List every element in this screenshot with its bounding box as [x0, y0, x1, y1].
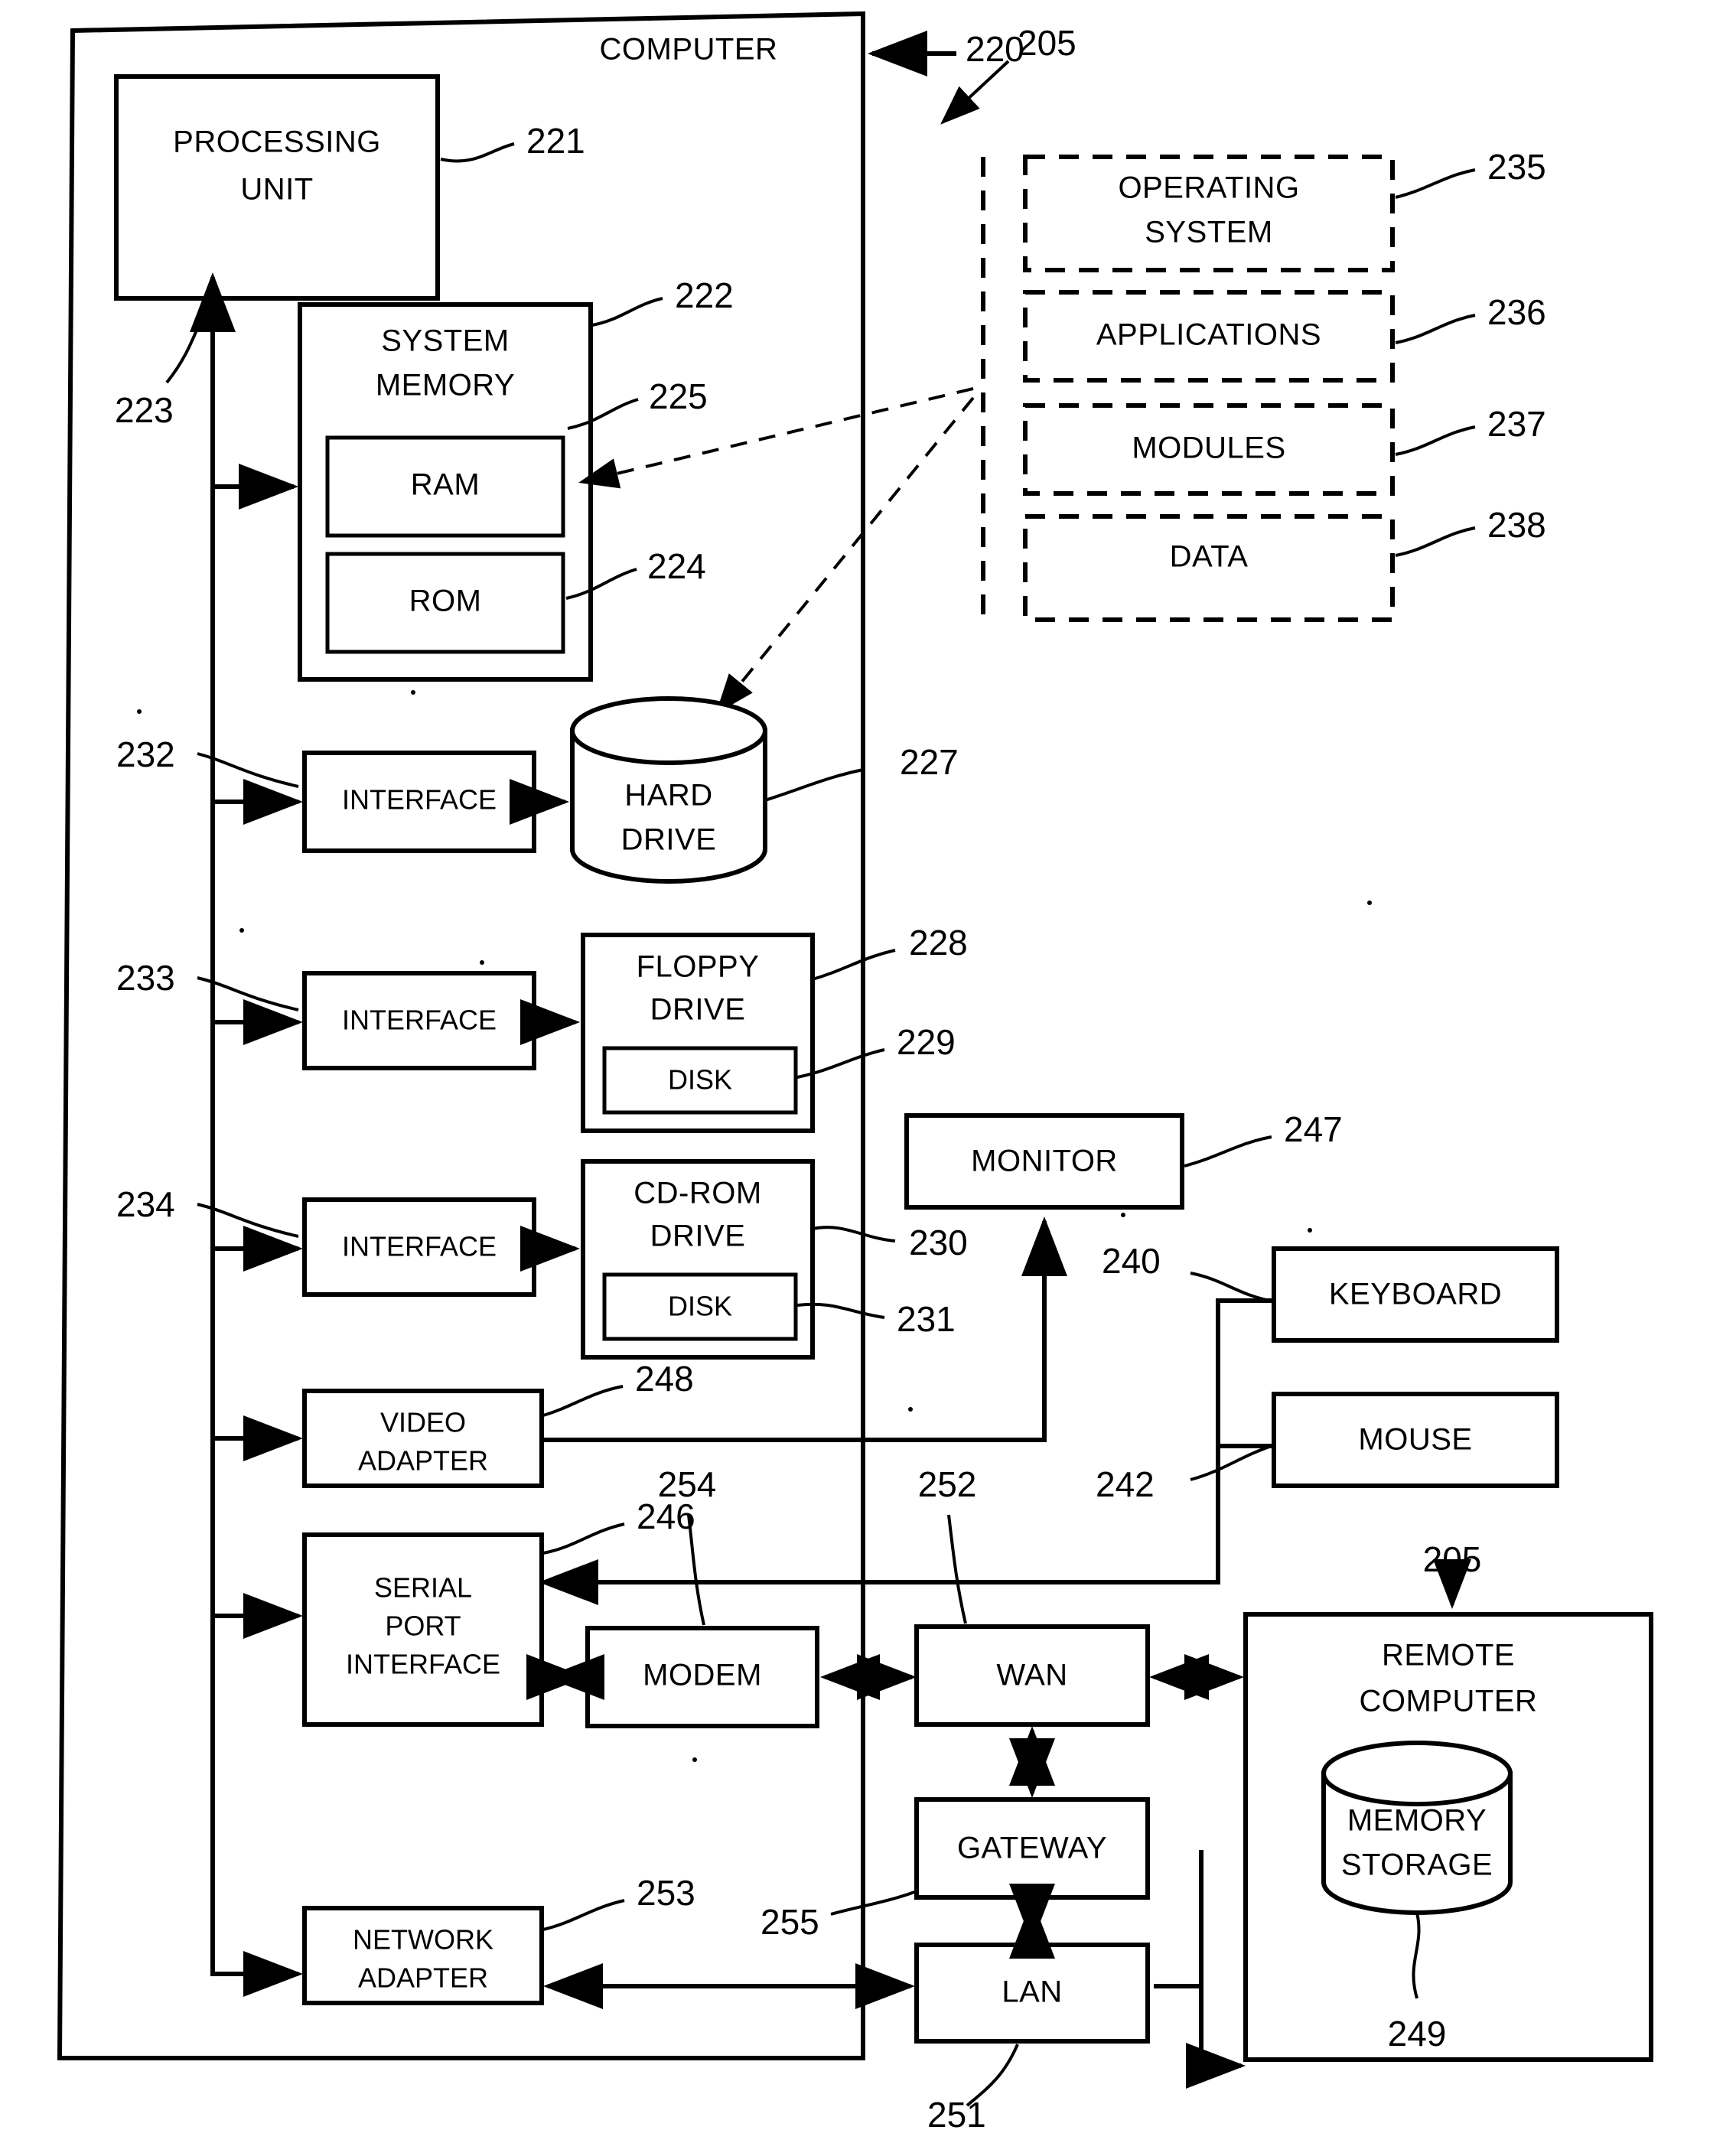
monitor-label: MONITOR: [971, 1145, 1118, 1178]
floppy-drive-label-2: DRIVE: [650, 993, 746, 1027]
serial-port-group: SERIAL PORT INTERFACE 246 MODEM 254: [213, 1464, 917, 1728]
ref-233: 233: [116, 958, 175, 998]
patent-figure-canvas: PROCESSING UNIT 221 COMPUTER 220 205 223…: [0, 0, 1736, 2143]
interface-hdd-label: INTERFACE: [342, 784, 497, 816]
remote-computer-label-1: REMOTE: [1382, 1639, 1515, 1672]
ref-228: 228: [909, 923, 968, 962]
ref-251: 251: [927, 2095, 986, 2135]
ref-232: 232: [116, 734, 175, 774]
serial-port-label-3: INTERFACE: [346, 1649, 500, 1680]
ref-242: 242: [1096, 1464, 1155, 1504]
interface-cdrom-label: INTERFACE: [342, 1231, 497, 1262]
system-bus: 223: [115, 272, 236, 1960]
ref-205-remote: 205: [1423, 1539, 1482, 1579]
remote-computer-group: REMOTE COMPUTER 205 MEMORY STORAGE 249: [1149, 1539, 1653, 2089]
ref-249: 249: [1388, 2014, 1447, 2053]
rom-label: ROM: [409, 585, 482, 618]
ref-222: 222: [675, 275, 734, 315]
remote-computer-label-2: COMPUTER: [1360, 1685, 1538, 1718]
ref-231: 231: [897, 1299, 956, 1339]
serial-port-label-1: SERIAL: [374, 1572, 472, 1604]
memory-storage-label-1: MEMORY: [1347, 1804, 1487, 1838]
ref-205-top: 205: [1018, 23, 1076, 63]
ref-221: 221: [526, 121, 585, 161]
cdrom-drive-row: 234 INTERFACE CD-ROM DRIVE DISK 230 231: [116, 1159, 968, 1360]
keyboard-label: KEYBOARD: [1329, 1278, 1502, 1311]
system-memory-block: SYSTEM MEMORY 222 RAM 225 ROM 224: [213, 275, 734, 682]
interface-floppy-label: INTERFACE: [342, 1005, 497, 1036]
ref-227: 227: [900, 742, 959, 782]
network-adapter-label-1: NETWORK: [353, 1924, 493, 1956]
hard-drive-label-2: DRIVE: [621, 823, 717, 857]
floppy-drive-row: 233 INTERFACE FLOPPY DRIVE DISK 228 229: [116, 923, 968, 1133]
wan-label: WAN: [996, 1659, 1067, 1692]
monitor-group: MONITOR 247: [904, 1109, 1343, 1210]
block-diagram: PROCESSING UNIT 221 COMPUTER 220 205 223…: [57, 11, 1653, 2135]
ref-255: 255: [761, 1902, 819, 1942]
cdrom-drive-label-2: DRIVE: [650, 1220, 746, 1253]
network-column: WAN 252 GATEWAY 255 LAN 251: [761, 1464, 1150, 2135]
processing-unit-block: PROCESSING UNIT 221: [114, 74, 585, 301]
computer-title-group: COMPUTER 220: [600, 29, 1024, 77]
modules-label: MODULES: [1132, 432, 1285, 465]
hard-drive-row: 232 INTERFACE HARD DRIVE 227: [116, 696, 959, 884]
network-adapter-label-2: ADAPTER: [358, 1962, 488, 1994]
software-load-arrows: [578, 387, 975, 715]
system-memory-label-2: MEMORY: [376, 369, 515, 402]
ref-237: 237: [1487, 404, 1546, 444]
video-adapter-label-1: VIDEO: [380, 1407, 466, 1438]
ref-254: 254: [658, 1464, 717, 1504]
system-memory-label-1: SYSTEM: [381, 324, 509, 358]
cdrom-disk-label: DISK: [668, 1291, 732, 1322]
ref-252: 252: [918, 1464, 977, 1504]
hard-drive-label-1: HARD: [624, 779, 712, 813]
ref-234: 234: [116, 1184, 175, 1224]
software-modules-group: OPERATING SYSTEM 235 APPLICATIONS 236 MO…: [981, 147, 1546, 622]
ref-240: 240: [1102, 1241, 1161, 1281]
ref-225: 225: [649, 376, 708, 416]
applications-label: APPLICATIONS: [1096, 318, 1321, 352]
ref-229: 229: [897, 1022, 956, 1062]
gateway-label: GATEWAY: [957, 1832, 1107, 1865]
floppy-disk-label: DISK: [668, 1064, 732, 1096]
ref-247: 247: [1284, 1109, 1343, 1149]
memory-storage-label-2: STORAGE: [1341, 1848, 1493, 1882]
ref-248: 248: [635, 1359, 694, 1399]
mouse-label: MOUSE: [1358, 1423, 1472, 1457]
ref-236: 236: [1487, 292, 1546, 332]
ref-253: 253: [637, 1873, 695, 1913]
ref-220: 220: [966, 29, 1024, 69]
ref-235: 235: [1487, 147, 1546, 187]
video-adapter-label-2: ADAPTER: [358, 1445, 488, 1477]
serial-port-label-2: PORT: [385, 1611, 461, 1642]
ref-223: 223: [115, 390, 174, 430]
processing-unit-label-2: UNIT: [240, 173, 313, 207]
processing-unit-label-1: PROCESSING: [173, 125, 381, 159]
ref-230: 230: [909, 1223, 968, 1262]
operating-system-label-2: SYSTEM: [1145, 216, 1272, 249]
modem-label: MODEM: [643, 1659, 762, 1692]
lan-label: LAN: [1002, 1975, 1062, 2009]
operating-system-label-1: OPERATING: [1118, 171, 1299, 205]
computer-title: COMPUTER: [600, 33, 778, 67]
cdrom-drive-label-1: CD-ROM: [633, 1177, 761, 1210]
ram-label: RAM: [411, 468, 480, 502]
floppy-drive-label-1: FLOPPY: [637, 950, 760, 984]
data-label: DATA: [1170, 540, 1249, 574]
ref-224: 224: [647, 546, 706, 586]
ref-238: 238: [1487, 505, 1546, 545]
